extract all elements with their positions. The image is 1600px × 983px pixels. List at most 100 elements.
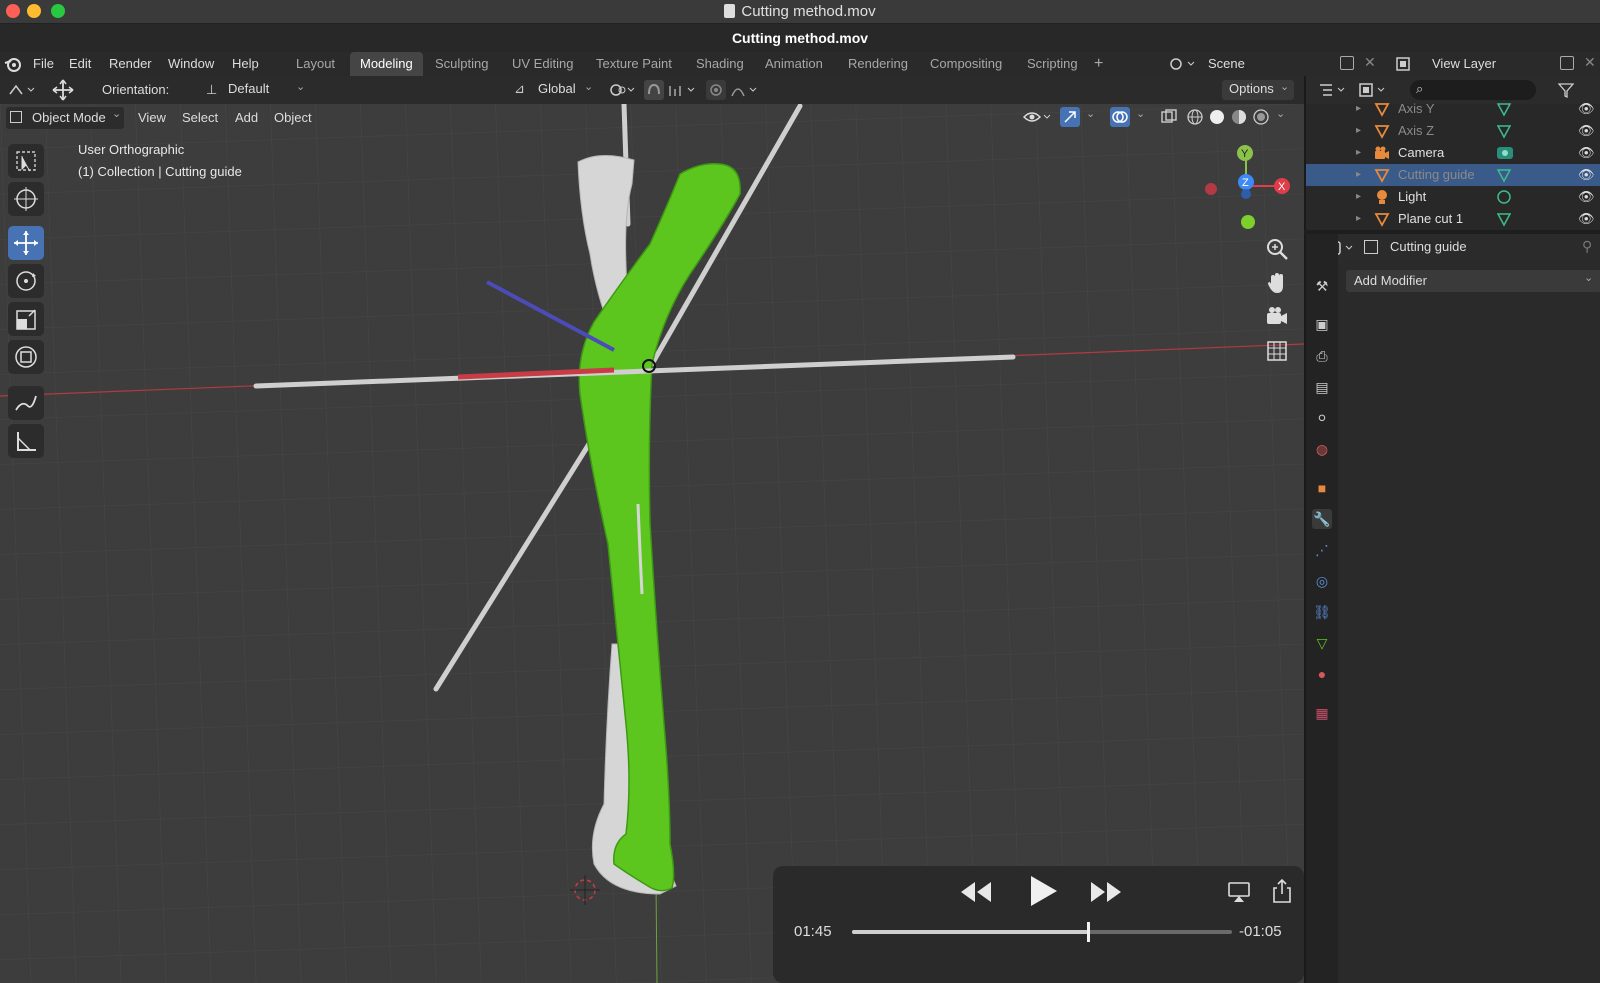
menu-render[interactable]: Render (109, 52, 152, 76)
menu-help[interactable]: Help (232, 52, 259, 76)
scrubber-track[interactable] (852, 922, 1232, 942)
measure-tool[interactable] (8, 424, 44, 458)
ortho-grid-icon[interactable] (1264, 338, 1290, 364)
delete-view-layer-icon[interactable]: ✕ (1584, 54, 1596, 71)
tab-uv-editing[interactable]: UV Editing (502, 52, 583, 76)
zoom-icon[interactable] (1264, 236, 1290, 262)
outliner-editor-type-icon[interactable] (1318, 82, 1348, 98)
show-overlays-icon[interactable] (1110, 107, 1130, 127)
eye-icon[interactable]: 👁 (1578, 120, 1595, 142)
modifier-properties-icon[interactable]: 🔧 (1312, 509, 1332, 529)
viewport-scene[interactable] (0, 104, 1304, 983)
visibility-selectability-icon[interactable] (1022, 108, 1052, 126)
particles-properties-icon[interactable]: ⋰ (1312, 540, 1332, 560)
world-properties-icon[interactable]: ◍ (1312, 439, 1332, 459)
pan-hand-icon[interactable] (1264, 270, 1290, 296)
gizmo-options-icon[interactable]: ⌄ (1086, 107, 1098, 127)
wireframe-shading-icon[interactable] (1186, 108, 1204, 126)
eye-icon[interactable]: 👁 (1578, 164, 1595, 186)
rendered-shading-icon[interactable] (1252, 108, 1270, 126)
expand-arrow-icon[interactable]: ▸ (1356, 164, 1361, 186)
snap-toggle-icon[interactable] (644, 80, 664, 100)
expand-arrow-icon[interactable]: ▸ (1356, 98, 1361, 120)
tab-modeling[interactable]: Modeling (350, 52, 423, 76)
eye-icon[interactable]: 👁 (1578, 208, 1595, 230)
filter-icon[interactable] (1557, 82, 1575, 99)
tab-rendering[interactable]: Rendering (838, 52, 918, 76)
tab-compositing[interactable]: Compositing (920, 52, 1012, 76)
fast-forward-button[interactable] (1089, 880, 1123, 904)
solid-shading-icon[interactable] (1208, 108, 1226, 126)
mode-dropdown[interactable]: Object Mode ⌄ (6, 107, 124, 129)
options-dropdown[interactable]: Options ⌄ (1222, 80, 1294, 100)
proportional-edit-icon[interactable] (706, 80, 726, 100)
tool-settings-icon[interactable]: ⚒ (1312, 276, 1332, 296)
material-properties-icon[interactable]: ● (1312, 664, 1332, 684)
tab-sculpting[interactable]: Sculpting (425, 52, 498, 76)
blender-logo-icon[interactable] (4, 55, 22, 73)
falloff-icon[interactable] (730, 82, 760, 98)
delete-scene-icon[interactable]: ✕ (1364, 54, 1376, 71)
pivot-point-icon[interactable] (608, 82, 638, 98)
viewport-menu-view[interactable]: View (138, 107, 166, 129)
cursor-tool[interactable] (8, 182, 44, 216)
outliner-row-cutting-guide[interactable]: ▸ Cutting guide 👁 (1306, 164, 1600, 186)
display-mode-icon[interactable] (1358, 82, 1388, 98)
outliner-row-axis-y[interactable]: ▸ Axis Y 👁 (1306, 98, 1600, 120)
menu-edit[interactable]: Edit (69, 52, 91, 76)
outliner-row-axis-z[interactable]: ▸ Axis Z 👁 (1306, 120, 1600, 142)
outliner-row-plane-cut-1[interactable]: ▸ Plane cut 1 👁 (1306, 208, 1600, 230)
camera-view-icon[interactable] (1264, 304, 1290, 330)
tab-shading[interactable]: Shading (686, 52, 754, 76)
data-mesh-icon[interactable] (1496, 211, 1512, 234)
outliner-row-camera[interactable]: ▸ Camera 👁 (1306, 142, 1600, 164)
transform-tool[interactable] (8, 340, 44, 374)
share-icon[interactable] (1271, 878, 1293, 904)
viewport-menu-add[interactable]: Add (235, 107, 258, 129)
expand-arrow-icon[interactable]: ▸ (1356, 142, 1361, 164)
show-gizmo-icon[interactable] (1060, 107, 1080, 127)
material-preview-icon[interactable] (1230, 108, 1248, 126)
navigation-gizmo[interactable]: Y X Z (1196, 144, 1296, 234)
editor-type-icon[interactable] (8, 82, 36, 98)
new-scene-icon[interactable] (1340, 56, 1354, 70)
object-properties-icon[interactable]: ■ (1312, 478, 1332, 498)
scrubber-handle[interactable] (1086, 922, 1090, 942)
select-box-tool[interactable] (8, 144, 44, 178)
annotate-tool[interactable] (8, 386, 44, 420)
outliner-row-light[interactable]: ▸ Light 👁 (1306, 186, 1600, 208)
view-layer-name[interactable]: View Layer (1432, 52, 1496, 76)
shading-options-icon[interactable]: ⌄ (1276, 107, 1288, 127)
tab-texture-paint[interactable]: Texture Paint (586, 52, 682, 76)
expand-arrow-icon[interactable]: ▸ (1356, 208, 1361, 230)
viewport-menu-select[interactable]: Select (182, 107, 218, 129)
move-tool[interactable] (8, 226, 44, 260)
transform-orientation-dropdown[interactable]: ⊿ Global ⌄ (512, 80, 596, 100)
physics-properties-icon[interactable]: ◎ (1312, 571, 1332, 591)
pin-icon[interactable]: ⚲ (1582, 238, 1592, 255)
view-layer-properties-icon[interactable]: ▤ (1312, 377, 1332, 397)
tab-scripting[interactable]: Scripting (1017, 52, 1088, 76)
expand-arrow-icon[interactable]: ▸ (1356, 186, 1361, 208)
output-properties-icon[interactable]: ⎙ (1312, 346, 1332, 366)
xray-toggle-icon[interactable] (1160, 108, 1178, 126)
rewind-button[interactable] (959, 880, 993, 904)
new-view-layer-icon[interactable] (1560, 56, 1574, 70)
add-workspace-icon[interactable]: + (1094, 52, 1103, 76)
constraints-properties-icon[interactable]: ⛓ (1312, 602, 1332, 622)
eye-icon[interactable]: 👁 (1578, 142, 1595, 164)
rotate-tool[interactable] (8, 264, 44, 298)
scale-tool[interactable] (8, 302, 44, 336)
render-properties-icon[interactable]: ▣ (1312, 314, 1332, 334)
orientation-dropdown[interactable]: ⊥ Default ⌄ (202, 80, 310, 100)
snap-target-icon[interactable] (668, 82, 698, 98)
expand-arrow-icon[interactable]: ▸ (1356, 120, 1361, 142)
menu-file[interactable]: File (33, 52, 54, 76)
scene-properties-icon[interactable]: ⚪ (1312, 408, 1332, 428)
view-layer-icon[interactable] (1396, 56, 1418, 72)
scene-selector-icon[interactable] (1168, 56, 1198, 72)
eye-icon[interactable]: 👁 (1578, 98, 1595, 120)
move-tool-icon[interactable] (50, 78, 76, 102)
add-modifier-dropdown[interactable]: Add Modifier ⌄ (1346, 270, 1600, 292)
tab-layout[interactable]: Layout (286, 52, 345, 76)
